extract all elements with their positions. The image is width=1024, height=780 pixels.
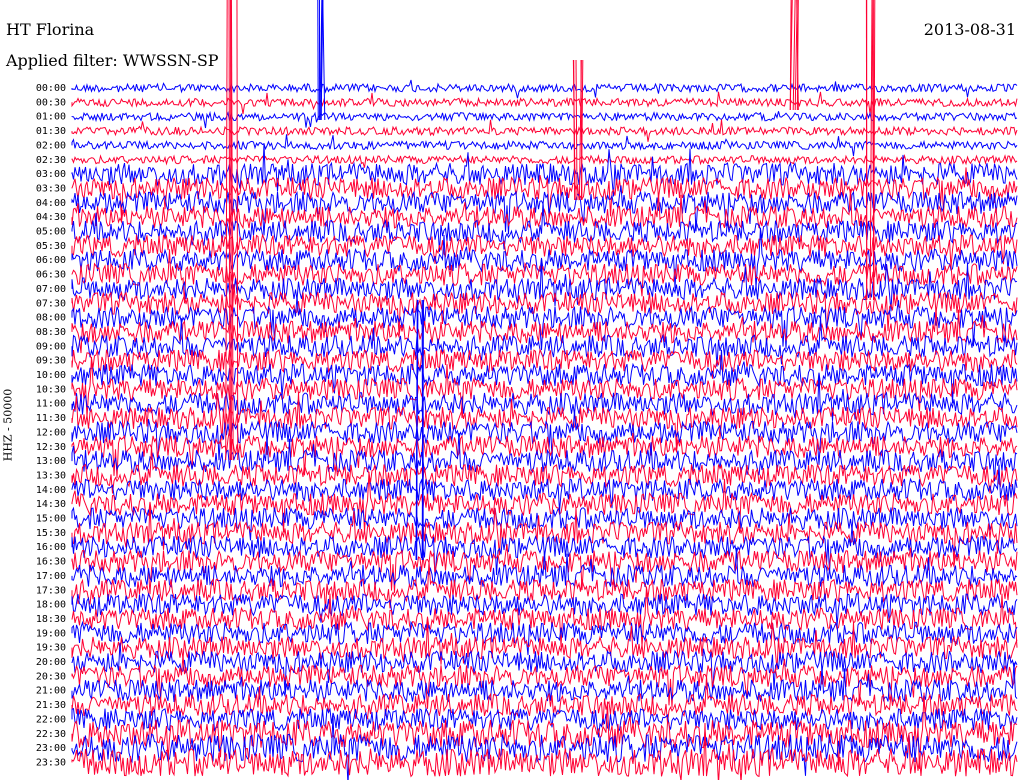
y-tick-label: 00:00 — [36, 83, 66, 94]
trace-group — [71, 0, 1018, 780]
y-tick-label: 02:30 — [36, 155, 66, 166]
y-tick-label: 10:30 — [36, 384, 66, 395]
y-tick-label: 07:00 — [36, 284, 66, 295]
y-tick-label: 22:30 — [36, 729, 66, 740]
event-spike — [792, 0, 796, 111]
y-tick-label: 12:30 — [36, 442, 66, 453]
helicorder-plot: 00:00 00:30 01:00 01:30 02:00 02:30 03:00 03:30… — [36, 0, 1018, 780]
y-tick-label: 03:00 — [36, 169, 66, 180]
trace-line-0700 — [71, 257, 1018, 312]
event-spike — [236, 0, 239, 461]
trace-line-0030 — [71, 91, 1018, 115]
y-tick-label: 18:00 — [36, 600, 66, 611]
y-tick-label: 05:30 — [36, 241, 66, 252]
y-tick-label: 06:00 — [36, 255, 66, 266]
y-tick-label: 22:00 — [36, 714, 66, 725]
y-tick-label: 06:30 — [36, 270, 66, 281]
trace-line-1900 — [71, 620, 1018, 656]
trace-line-1200 — [71, 411, 1018, 465]
event-spike — [228, 0, 231, 461]
y-tick-label: 16:30 — [36, 557, 66, 568]
y-tick-label: 09:00 — [36, 341, 66, 352]
y-tick-label: 15:30 — [36, 528, 66, 539]
y-tick-label: 14:00 — [36, 485, 66, 496]
y-tick-label: 18:30 — [36, 614, 66, 625]
y-tick-label: 17:30 — [36, 585, 66, 596]
y-tick-label: 01:30 — [36, 126, 66, 137]
y-tick-label: 20:30 — [36, 671, 66, 682]
trace-line-0000 — [71, 79, 1018, 99]
event-spike — [575, 59, 578, 201]
trace-line-2000 — [71, 642, 1018, 694]
y-tick-label: 07:30 — [36, 298, 66, 309]
y-tick-label: 13:30 — [36, 470, 66, 481]
y-tick-label: 20:00 — [36, 657, 66, 668]
y-tick-label: 04:00 — [36, 198, 66, 209]
trace-line-0130 — [71, 119, 1018, 142]
y-tick-label: 15:00 — [36, 514, 66, 525]
trace-line-0100 — [71, 110, 1018, 129]
y-tick-label: 02:00 — [36, 140, 66, 151]
y-tick-label: 10:00 — [36, 370, 66, 381]
y-tick-label: 11:00 — [36, 399, 66, 410]
y-tick-label: 17:00 — [36, 571, 66, 582]
y-tick-label: 11:30 — [36, 413, 66, 424]
trace-line-0230 — [71, 153, 1018, 168]
y-tick-label: 12:00 — [36, 427, 66, 438]
y-tick-label: 16:00 — [36, 542, 66, 553]
y-tick-labels: 00:00 00:30 01:00 01:30 02:00 02:30 03:00 03:30… — [36, 83, 66, 768]
y-tick-label: 19:30 — [36, 643, 66, 654]
y-tick-label: 23:30 — [36, 757, 66, 768]
y-tick-label: 19:00 — [36, 628, 66, 639]
y-tick-label: 00:30 — [36, 97, 66, 108]
trace-line-0200 — [71, 134, 1018, 156]
y-tick-label: 03:30 — [36, 183, 66, 194]
y-tick-label: 14:30 — [36, 499, 66, 510]
y-tick-label: 13:00 — [36, 456, 66, 467]
y-tick-label: 23:00 — [36, 743, 66, 754]
trace-line-0300 — [71, 143, 1018, 197]
y-tick-label: 09:30 — [36, 356, 66, 367]
y-tick-label: 21:00 — [36, 686, 66, 697]
y-tick-label: 04:30 — [36, 212, 66, 223]
y-tick-label: 08:00 — [36, 313, 66, 324]
trace-line-2100 — [71, 662, 1018, 704]
y-tick-label: 01:00 — [36, 112, 66, 123]
y-tick-label: 08:30 — [36, 327, 66, 338]
y-tick-label: 21:30 — [36, 700, 66, 711]
y-tick-label: 05:00 — [36, 227, 66, 238]
